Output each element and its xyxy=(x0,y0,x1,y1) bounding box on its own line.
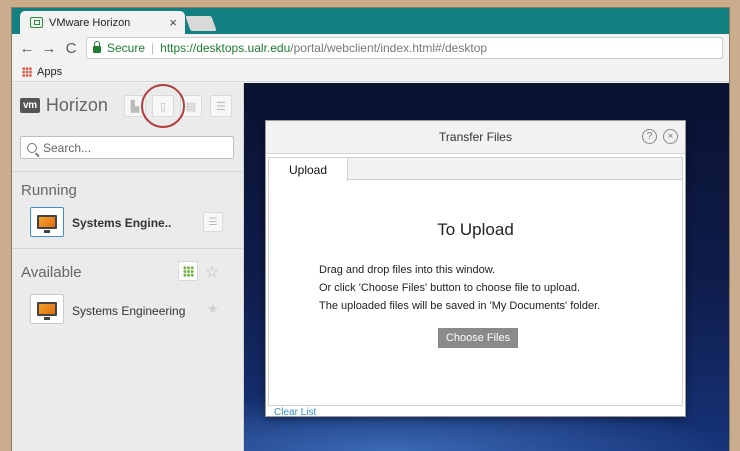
upload-drop-area[interactable]: Upload To Upload Drag and drop files int… xyxy=(268,157,683,418)
sidebar-divider xyxy=(12,171,244,172)
available-app-name[interactable]: Systems Engineering xyxy=(72,304,185,318)
available-app-thumbnail[interactable] xyxy=(30,294,64,324)
reload-icon[interactable]: C xyxy=(60,40,82,57)
grid-view-icon xyxy=(182,265,194,277)
clipboard-icon: ▤ xyxy=(185,100,197,113)
grid-view-button[interactable] xyxy=(178,261,198,281)
url-host: desktops.ualr.edu xyxy=(196,41,291,55)
new-tab-button[interactable] xyxy=(185,16,217,31)
available-section-title: Available xyxy=(21,264,82,281)
transfer-files-dialog: Transfer Files ? × Upload To Upload Drag… xyxy=(265,120,686,418)
tab-title: VMware Horizon xyxy=(49,16,131,29)
bookmark-apps[interactable]: Apps xyxy=(37,66,62,78)
tab-close-icon[interactable]: × xyxy=(169,15,177,30)
running-section-title: Running xyxy=(21,182,77,199)
horizon-favicon-icon xyxy=(30,17,43,28)
browser-tab-vmware-horizon[interactable]: VMware Horizon × xyxy=(20,11,185,34)
browser-window: VMware Horizon × ← → C Secure | https://… xyxy=(12,8,729,451)
search-input[interactable]: Search... xyxy=(20,136,234,159)
choose-files-button[interactable]: Choose Files xyxy=(438,328,518,348)
navigation-bar: ← → C Secure | https://desktops.ualr.edu… xyxy=(12,34,729,62)
running-app-name[interactable]: Systems Engine.. xyxy=(72,216,171,230)
secure-label: Secure xyxy=(107,41,146,55)
instruction-drag-drop: Drag and drop files into this window. xyxy=(319,264,496,276)
address-bar[interactable]: Secure | https://desktops.ualr.edu/porta… xyxy=(86,37,723,59)
back-arrow-icon[interactable]: ← xyxy=(16,40,38,57)
lock-icon xyxy=(93,41,101,53)
forward-arrow-icon[interactable]: → xyxy=(38,40,60,57)
sidebar-divider xyxy=(12,248,244,249)
horizon-page: vm Horizon ▙ ▯ ▤ ☰ Search... Running Sys… xyxy=(12,83,729,451)
close-icon[interactable]: × xyxy=(663,129,678,144)
horizon-brand: vm Horizon xyxy=(20,95,108,116)
menu-button[interactable]: ☰ xyxy=(210,95,232,117)
clear-list-link[interactable]: Clear List xyxy=(274,407,316,418)
bookmarks-bar: Apps xyxy=(12,62,729,82)
tab-strip: VMware Horizon × xyxy=(12,8,729,34)
favorites-star-icon[interactable]: ☆ xyxy=(205,262,219,282)
running-app-thumbnail[interactable] xyxy=(30,207,64,237)
apps-grid-icon xyxy=(22,66,32,77)
desktop-monitor-icon xyxy=(37,302,57,320)
instruction-choose-files: Or click 'Choose Files' button to choose… xyxy=(319,282,581,294)
url-scheme: https:// xyxy=(160,41,197,55)
dialog-tab-bar: Upload xyxy=(269,158,682,181)
network-icon: ▙ xyxy=(130,100,140,113)
menu-list-icon: ☰ xyxy=(216,100,226,113)
url-path: /portal/webclient/index.html#/desktop xyxy=(290,41,488,55)
tab-upload[interactable]: Upload xyxy=(269,158,348,181)
brand-name: Horizon xyxy=(45,95,108,115)
search-placeholder: Search... xyxy=(43,140,92,155)
running-app-options-button[interactable]: ☰ xyxy=(203,212,223,232)
desktop-monitor-icon xyxy=(37,215,57,233)
address-separator: | xyxy=(151,41,155,55)
search-icon xyxy=(27,142,37,153)
dialog-title: Transfer Files xyxy=(439,130,512,144)
upload-heading: To Upload xyxy=(437,220,514,239)
highlight-circle-annotation xyxy=(141,84,185,128)
options-list-icon: ☰ xyxy=(208,216,218,228)
horizon-sidebar: vm Horizon ▙ ▯ ▤ ☰ Search... Running Sys… xyxy=(12,83,244,451)
favorite-toggle-star-icon[interactable]: ★ xyxy=(207,301,219,317)
dialog-header: Transfer Files ? × xyxy=(266,121,685,154)
vm-logo: vm xyxy=(20,98,40,113)
instruction-save-location: The uploaded files will be saved in 'My … xyxy=(319,300,601,312)
help-icon[interactable]: ? xyxy=(642,129,657,144)
